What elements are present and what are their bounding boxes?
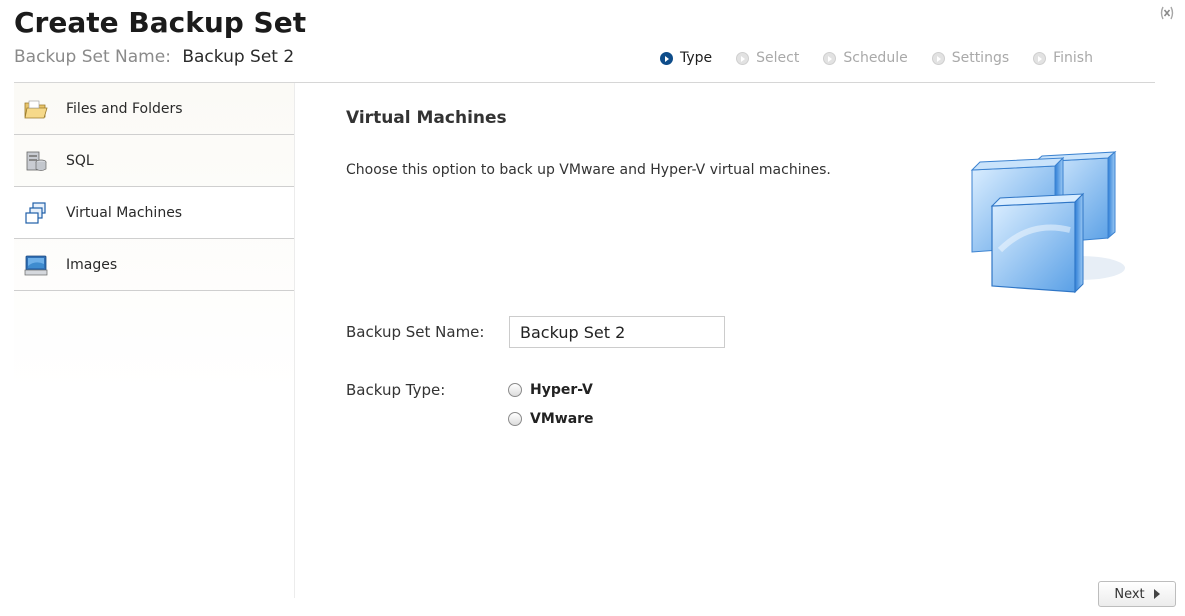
step-label: Finish [1053, 50, 1093, 66]
radio-label: VMware [530, 411, 594, 427]
sidebar-item-images[interactable]: Images [14, 239, 294, 291]
page-title: Create Backup Set [14, 6, 307, 39]
step-label: Select [756, 50, 800, 66]
sidebar-item-label: SQL [66, 152, 94, 169]
subtitle-value: Backup Set 2 [182, 47, 295, 67]
step-label: Type [680, 50, 713, 66]
next-button-label: Next [1114, 586, 1145, 602]
step-settings[interactable]: Settings [931, 50, 1010, 66]
close-button[interactable] [1157, 3, 1177, 23]
backup-type-sidebar: Files and Folders SQL Virtual Machines I… [14, 83, 295, 598]
subtitle-label: Backup Set Name: [14, 47, 171, 67]
step-finish[interactable]: Finish [1033, 50, 1093, 66]
radio-label: Hyper-V [530, 382, 593, 398]
wizard-steps: Type Select Schedule Settings Finish [660, 50, 1093, 66]
disk-image-icon [22, 251, 50, 279]
backup-set-name-input[interactable] [509, 316, 725, 348]
arrow-right-icon [1153, 589, 1160, 599]
radio-vmware[interactable]: VMware [508, 411, 594, 427]
step-type[interactable]: Type [660, 50, 712, 66]
step-select[interactable]: Select [736, 50, 799, 66]
step-label: Schedule [843, 50, 908, 66]
close-icon [1160, 6, 1174, 20]
sidebar-item-label: Files and Folders [66, 100, 183, 117]
backup-set-name-label: Backup Set Name: [346, 323, 485, 341]
radio-button[interactable] [508, 412, 522, 426]
radio-hyper-v[interactable]: Hyper-V [508, 382, 593, 398]
section-description: Choose this option to back up VMware and… [346, 162, 831, 178]
step-inactive-icon [823, 51, 837, 65]
radio-button[interactable] [508, 383, 522, 397]
next-button[interactable]: Next [1098, 581, 1176, 607]
step-label: Settings [951, 50, 1010, 66]
virtual-machines-icon [22, 199, 50, 227]
database-server-icon [22, 147, 50, 175]
folder-icon [22, 95, 50, 123]
step-active-icon [660, 51, 673, 65]
backup-set-subtitle: Backup Set Name: Backup Set 2 [14, 47, 294, 67]
sidebar-item-files-and-folders[interactable]: Files and Folders [14, 83, 294, 135]
step-schedule[interactable]: Schedule [823, 50, 908, 66]
step-inactive-icon [736, 51, 750, 65]
backup-type-label: Backup Type: [346, 381, 446, 399]
sidebar-item-label: Images [66, 256, 118, 273]
section-title: Virtual Machines [346, 108, 507, 128]
step-inactive-icon [931, 51, 945, 65]
virtual-machines-illustration-icon [970, 150, 1125, 294]
sidebar-item-sql[interactable]: SQL [14, 135, 294, 187]
step-inactive-icon [1033, 51, 1047, 65]
sidebar-item-label: Virtual Machines [66, 204, 183, 221]
sidebar-item-virtual-machines[interactable]: Virtual Machines [14, 187, 294, 239]
